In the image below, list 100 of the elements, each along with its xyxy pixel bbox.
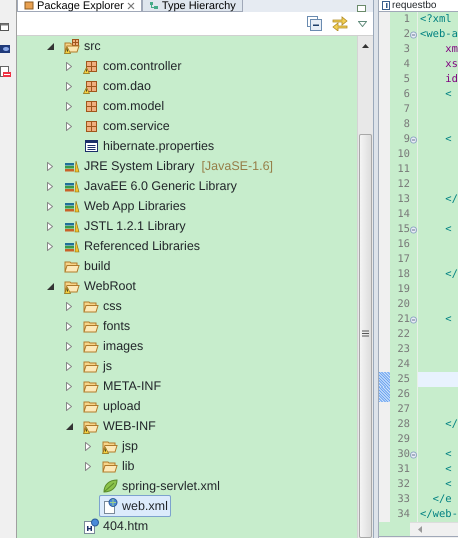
- tree-item-label: WEB-INF: [103, 418, 156, 435]
- line-number: 19: [396, 282, 410, 297]
- expanded-arrow-icon[interactable]: [47, 42, 54, 50]
- tree-item[interactable]: spring-servlet.xml: [99, 474, 223, 498]
- collapsed-arrow-icon[interactable]: [66, 102, 72, 110]
- collapsed-arrow-icon[interactable]: [66, 122, 72, 130]
- tree-item-label: js: [103, 358, 112, 375]
- line-number: 33: [396, 492, 410, 507]
- tree-item[interactable]: com.model: [80, 94, 168, 118]
- code-line: xs: [444, 57, 458, 72]
- tree-item[interactable]: Referenced Libraries: [61, 234, 204, 258]
- eye-icon[interactable]: [0, 44, 10, 54]
- line-number: 6: [402, 87, 410, 102]
- grip-icon: [362, 330, 369, 337]
- tree-item[interactable]: 404.htm: [80, 514, 152, 538]
- collapsed-arrow-icon[interactable]: [66, 402, 72, 410]
- tree-item[interactable]: css: [80, 294, 125, 318]
- vertical-scrollbar[interactable]: [357, 36, 373, 538]
- tree-item-label: web.xml: [122, 498, 168, 515]
- collapsed-arrow-icon[interactable]: [47, 182, 53, 190]
- collapsed-arrow-icon[interactable]: [47, 162, 53, 170]
- code-line: </: [444, 417, 458, 432]
- tree-item[interactable]: com.service: [80, 114, 173, 138]
- collapsed-arrow-icon[interactable]: [47, 202, 53, 210]
- line-number: 27: [396, 402, 410, 417]
- line-number: 2: [402, 27, 410, 42]
- tree-item[interactable]: WEB-INF: [80, 414, 159, 438]
- tree-item-label: upload: [103, 398, 141, 415]
- code-line: id: [444, 72, 458, 87]
- window-icon[interactable]: [0, 22, 9, 32]
- collapsed-arrow-icon[interactable]: [66, 382, 72, 390]
- tree-item[interactable]: com.controller: [80, 54, 184, 78]
- tree-item[interactable]: lib: [99, 454, 138, 478]
- collapsed-arrow-icon[interactable]: [66, 82, 72, 90]
- fold-icon[interactable]: [410, 226, 417, 234]
- tree-item[interactable]: images: [80, 334, 146, 358]
- expanded-arrow-icon[interactable]: [66, 422, 73, 430]
- view-tab[interactable]: Type Hierarchy: [142, 0, 243, 12]
- tree-item[interactable]: Web App Libraries: [61, 194, 189, 218]
- minimize-icon[interactable]: [357, 3, 367, 12]
- tree-item-label: JSTL 1.2.1 Library: [84, 218, 186, 235]
- collapsed-arrow-icon[interactable]: [66, 342, 72, 350]
- line-number: 29: [396, 432, 410, 447]
- collapsed-arrow-icon[interactable]: [66, 302, 72, 310]
- view-tab[interactable]: Package Explorer: [17, 0, 142, 12]
- line-number: 16: [396, 237, 410, 252]
- code-line: xm: [444, 42, 458, 57]
- tree-item-label: com.dao: [103, 78, 151, 95]
- collapsed-arrow-icon[interactable]: [85, 462, 91, 470]
- tree-item[interactable]: META-INF: [80, 374, 164, 398]
- line-number: 3: [402, 42, 410, 57]
- tree-item-label: fonts: [103, 318, 130, 335]
- collapsed-arrow-icon[interactable]: [85, 442, 91, 450]
- tree-item[interactable]: build: [61, 254, 114, 278]
- scroll-thumb[interactable]: [359, 134, 372, 538]
- scroll-left-icon[interactable]: [418, 526, 422, 533]
- collapsed-arrow-icon[interactable]: [47, 242, 53, 250]
- line-number: 30: [396, 447, 410, 462]
- close-icon[interactable]: [126, 2, 135, 10]
- tree-item[interactable]: JavaEE 6.0 Generic Library: [61, 174, 240, 198]
- tree-item[interactable]: WebRoot: [61, 274, 139, 298]
- fold-icon[interactable]: [410, 136, 417, 144]
- line-number: 1: [402, 12, 410, 27]
- collapsed-arrow-icon[interactable]: [66, 362, 72, 370]
- tree-item[interactable]: web.xml: [99, 494, 171, 518]
- code-line: <: [444, 132, 453, 147]
- link-editor-icon[interactable]: [332, 16, 348, 31]
- tree-item[interactable]: src: [61, 36, 104, 58]
- tree-item[interactable]: upload: [80, 394, 144, 418]
- tree-item[interactable]: JSTL 1.2.1 Library: [61, 214, 189, 238]
- tree-item[interactable]: hibernate.properties: [80, 134, 218, 158]
- horizontal-scrollbar[interactable]: [410, 522, 458, 536]
- line-number: 21: [396, 312, 410, 327]
- collapsed-arrow-icon[interactable]: [66, 62, 72, 70]
- line-number: 24: [396, 357, 410, 372]
- document-icon[interactable]: [0, 66, 11, 78]
- line-number: 9: [402, 132, 410, 147]
- fold-icon[interactable]: [410, 30, 417, 38]
- tree-item[interactable]: jsp: [99, 434, 141, 458]
- fold-icon[interactable]: [410, 450, 417, 458]
- collapsed-arrow-icon[interactable]: [66, 322, 72, 330]
- collapse-all-icon[interactable]: [307, 16, 322, 31]
- view-menu-icon[interactable]: [358, 20, 367, 26]
- fold-icon[interactable]: [410, 316, 417, 324]
- code-line: <: [444, 477, 453, 492]
- tree-item[interactable]: com.dao: [80, 74, 154, 98]
- collapsed-arrow-icon[interactable]: [47, 222, 53, 230]
- tree-item-label: META-INF: [103, 378, 162, 395]
- expanded-arrow-icon[interactable]: [47, 282, 54, 290]
- line-number: 28: [396, 417, 410, 432]
- tree-item[interactable]: js: [80, 354, 116, 378]
- tree-item-label: hibernate.properties: [103, 138, 214, 155]
- line-number: 7: [402, 102, 410, 117]
- tree-item[interactable]: JRE System Library: [61, 154, 198, 178]
- tree-item-label: build: [84, 258, 110, 275]
- line-number: 25: [396, 372, 410, 387]
- editor-tab[interactable]: requestbo: [379, 0, 458, 12]
- package-icon: [24, 1, 34, 10]
- tree-item[interactable]: fonts: [80, 314, 134, 338]
- scroll-up-icon[interactable]: [362, 44, 369, 48]
